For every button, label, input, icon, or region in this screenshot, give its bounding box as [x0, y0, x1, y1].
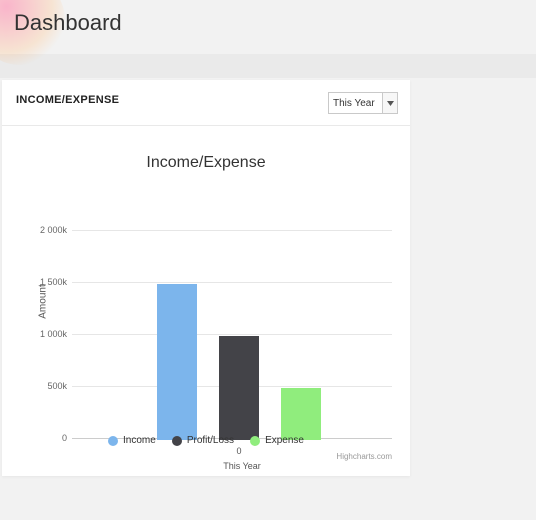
legend-label: Profit/Loss [187, 435, 234, 446]
legend-swatch-icon [172, 436, 182, 446]
bar-income[interactable] [157, 284, 197, 440]
legend-swatch-icon [250, 436, 260, 446]
y-tick-label: 1 500k [37, 277, 67, 287]
legend-label: Expense [265, 435, 304, 446]
y-axis-label: Amount [38, 284, 49, 318]
gridline [72, 230, 392, 231]
legend-label: Income [123, 435, 156, 446]
credits-link[interactable]: Highcharts.com [336, 452, 392, 461]
header-strip [0, 54, 536, 78]
gridline [72, 282, 392, 283]
legend-item-profitloss[interactable]: Profit/Loss [172, 435, 234, 446]
legend: Income Profit/Loss Expense [2, 435, 410, 446]
card-header: INCOME/EXPENSE This Year [2, 80, 410, 126]
x-tick-value: 0 [229, 446, 249, 456]
legend-swatch-icon [108, 436, 118, 446]
legend-item-expense[interactable]: Expense [250, 435, 304, 446]
bar-profitloss[interactable] [219, 336, 259, 440]
y-tick-label: 500k [37, 381, 67, 391]
y-tick-label: 1 000k [37, 329, 67, 339]
timeframe-selected-label: This Year [329, 98, 382, 109]
plot-region: 0 500k 1 000k 1 500k 2 000k 0 This Year [72, 178, 392, 440]
chevron-down-icon [382, 93, 397, 113]
legend-item-income[interactable]: Income [108, 435, 156, 446]
bar-expense[interactable] [281, 388, 321, 440]
gridline [72, 334, 392, 335]
timeframe-select[interactable]: This Year [328, 92, 398, 114]
chart-area: Income/Expense Amount 0 500k 1 000k 1 50… [2, 126, 410, 476]
card-title: INCOME/EXPENSE [16, 94, 119, 106]
x-axis-label: This Year [202, 461, 282, 471]
chart-title: Income/Expense [2, 154, 410, 172]
income-expense-card: INCOME/EXPENSE This Year Income/Expense … [2, 80, 410, 476]
y-tick-label: 2 000k [37, 225, 67, 235]
page-title: Dashboard [14, 10, 122, 36]
